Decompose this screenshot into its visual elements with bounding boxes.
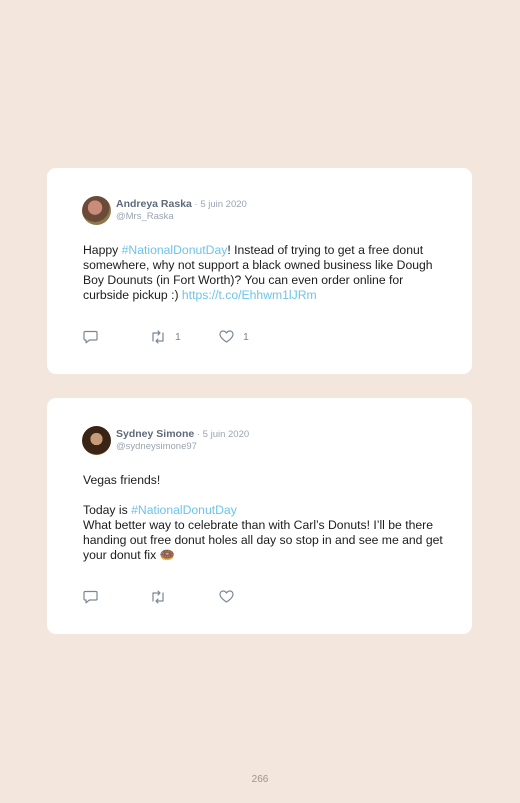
like-button[interactable]: 1 bbox=[219, 330, 249, 343]
retweet-button[interactable]: 1 bbox=[150, 330, 181, 344]
reply-button[interactable] bbox=[83, 590, 98, 604]
tweet-text: Happy #NationalDonutDay! Instead of tryi… bbox=[83, 243, 443, 303]
hashtag-link[interactable]: #NationalDonutDay bbox=[122, 243, 228, 257]
author-name[interactable]: Sydney Simone bbox=[116, 428, 194, 440]
like-count: 1 bbox=[243, 330, 249, 343]
line-spacer bbox=[83, 488, 443, 503]
tweet-card: Sydney Simone · 5 juin 2020 @sydneysimon… bbox=[47, 398, 472, 634]
text-line: What better way to celebrate than with C… bbox=[83, 518, 443, 562]
retweet-button[interactable] bbox=[150, 590, 175, 604]
page-number: 266 bbox=[251, 774, 269, 785]
reply-button[interactable] bbox=[83, 330, 98, 344]
text-line: Today is #NationalDonutDay bbox=[83, 503, 443, 518]
retweet-icon bbox=[152, 330, 164, 344]
like-button[interactable] bbox=[219, 590, 243, 603]
author-name[interactable]: Andreya Raska bbox=[116, 198, 192, 210]
reply-icon bbox=[83, 590, 98, 604]
author-handle[interactable]: @Mrs_Raska bbox=[116, 211, 174, 222]
tweet-date[interactable]: 5 juin 2020 bbox=[200, 199, 246, 210]
author-line: Sydney Simone · 5 juin 2020 bbox=[116, 428, 249, 440]
retweet-icon bbox=[152, 590, 164, 604]
retweet-count: 1 bbox=[175, 331, 181, 343]
text-segment: Happy bbox=[83, 243, 122, 257]
tweet-card: Andreya Raska · 5 juin 2020 @Mrs_Raska H… bbox=[47, 168, 472, 374]
hashtag-link[interactable]: #NationalDonutDay bbox=[131, 503, 237, 517]
heart-icon bbox=[219, 590, 234, 603]
avatar[interactable] bbox=[82, 426, 111, 455]
separator: · bbox=[194, 429, 203, 440]
reply-icon bbox=[83, 330, 98, 344]
url-link[interactable]: https://t.co/Ehhwm1lJRm bbox=[182, 288, 317, 302]
tweet-date[interactable]: 5 juin 2020 bbox=[203, 429, 249, 440]
author-handle[interactable]: @sydneysimone97 bbox=[116, 441, 197, 452]
heart-icon bbox=[219, 330, 234, 343]
text-segment: Today is bbox=[83, 503, 132, 517]
text-line: Vegas friends! bbox=[83, 473, 161, 487]
author-line: Andreya Raska · 5 juin 2020 bbox=[116, 198, 247, 210]
avatar[interactable] bbox=[82, 196, 111, 225]
tweet-text: Vegas friends! Today is #NationalDonutDa… bbox=[83, 473, 443, 563]
